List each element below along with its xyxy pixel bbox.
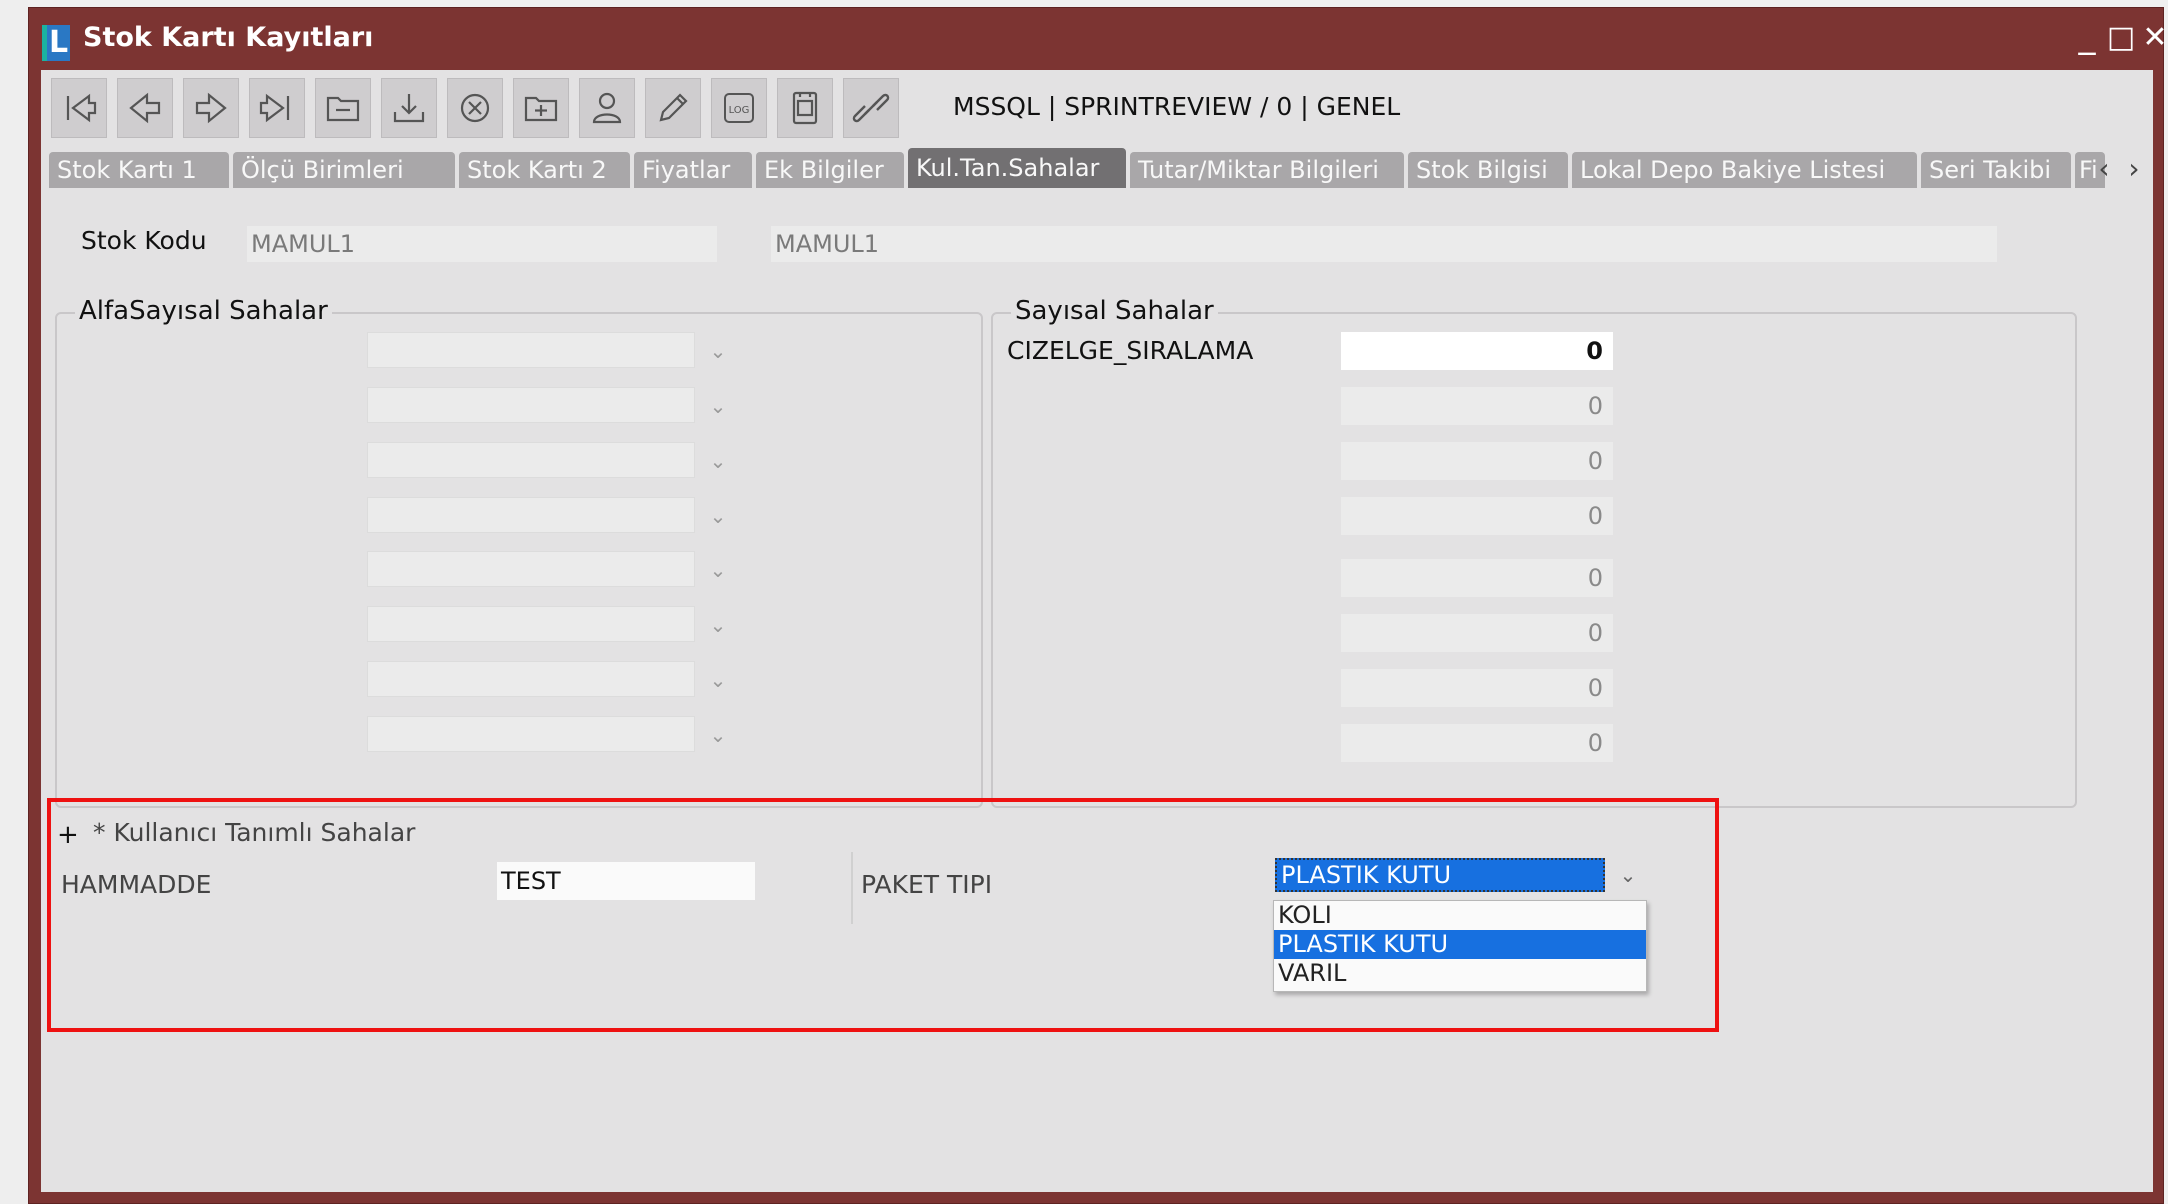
- cancel-icon: [460, 93, 490, 123]
- tab-fiyatlar[interactable]: Fiyatlar: [634, 152, 752, 188]
- numeric-field-5[interactable]: 0: [1341, 559, 1613, 597]
- document-button[interactable]: [777, 78, 833, 138]
- numeric-field-7[interactable]: 0: [1341, 669, 1613, 707]
- close-button[interactable]: ✕: [2135, 18, 2168, 58]
- numeric-field-3[interactable]: 0: [1341, 442, 1613, 480]
- cizelge-siralama-label: CIZELGE_SIRALAMA: [1007, 336, 1254, 365]
- chevron-down-icon[interactable]: ⌄: [705, 503, 731, 529]
- edit-button[interactable]: [645, 78, 701, 138]
- connection-info: MSSQL | SPRINTREVIEW / 0 | GENEL: [953, 92, 1401, 121]
- link-button[interactable]: [843, 78, 899, 138]
- last-record-button[interactable]: [249, 78, 305, 138]
- tab-stok-karti-2[interactable]: Stok Kartı 2: [459, 152, 630, 188]
- numeric-field-4[interactable]: 0: [1341, 497, 1613, 535]
- option-plastik-kutu[interactable]: PLASTIK KUTU: [1274, 930, 1646, 959]
- alpha-field-2[interactable]: [367, 387, 695, 423]
- chevron-down-icon[interactable]: ⌄: [705, 448, 731, 474]
- tab-scroll-left-icon[interactable]: ‹: [2089, 154, 2119, 186]
- new-record-button[interactable]: [513, 78, 569, 138]
- tab-ek-bilgiler[interactable]: Ek Bilgiler: [756, 152, 904, 188]
- chevron-down-icon[interactable]: ⌄: [705, 667, 731, 693]
- first-record-icon: [66, 93, 97, 123]
- stock-name-field[interactable]: MAMUL1: [771, 226, 1997, 262]
- first-record-button[interactable]: [51, 78, 107, 138]
- paket-tipi-select[interactable]: PLASTIK KUTU: [1275, 858, 1605, 892]
- previous-record-button[interactable]: [117, 78, 173, 138]
- desktop-background: [0, 0, 28, 1204]
- window-title: Stok Kartı Kayıtları: [83, 22, 374, 53]
- log-icon: LOG: [724, 93, 754, 123]
- toolbar: LOG MSSQL | SPRINTREVIEW / 0 | GENEL: [41, 70, 2153, 148]
- folder-button[interactable]: [315, 78, 371, 138]
- chevron-down-icon[interactable]: ⌄: [1615, 862, 1641, 888]
- chevron-down-icon[interactable]: ⌄: [705, 722, 731, 748]
- folder-icon: [326, 96, 360, 122]
- log-button[interactable]: LOG: [711, 78, 767, 138]
- alpha-field-7[interactable]: [367, 661, 695, 697]
- hammadde-input[interactable]: TEST: [497, 862, 755, 900]
- app-logo-icon: L: [42, 25, 70, 61]
- download-button[interactable]: [381, 78, 437, 138]
- alpha-field-1[interactable]: [367, 332, 695, 368]
- numeric-field-2[interactable]: 0: [1341, 387, 1613, 425]
- tab-lokal-depo-bakiye-listesi[interactable]: Lokal Depo Bakiye Listesi: [1572, 152, 1917, 188]
- link-icon: [852, 93, 890, 123]
- alphanumeric-group-title: AlfaSayısal Sahalar: [75, 296, 332, 326]
- tab-olcu-birimleri[interactable]: Ölçü Birimleri: [233, 152, 455, 188]
- field-separator: [851, 852, 853, 924]
- alpha-field-5[interactable]: [367, 551, 695, 587]
- tab-stok-bilgisi[interactable]: Stok Bilgisi: [1408, 152, 1568, 188]
- chevron-down-icon[interactable]: ⌄: [705, 557, 731, 583]
- hammadde-label: HAMMADDE: [61, 870, 212, 899]
- tab-seri-takibi[interactable]: Seri Takibi: [1921, 152, 2071, 188]
- user-icon: [592, 92, 622, 124]
- alpha-field-3[interactable]: [367, 442, 695, 478]
- document-icon: [792, 91, 818, 125]
- option-varil[interactable]: VARIL: [1274, 959, 1646, 988]
- stock-code-field[interactable]: MAMUL1: [247, 226, 717, 262]
- expand-icon[interactable]: +: [57, 820, 79, 850]
- numeric-field-6[interactable]: 0: [1341, 614, 1613, 652]
- last-record-icon: [259, 93, 290, 123]
- alpha-field-8[interactable]: [367, 716, 695, 752]
- cancel-button[interactable]: [447, 78, 503, 138]
- numeric-field-1[interactable]: 0: [1341, 332, 1613, 370]
- user-button[interactable]: [579, 78, 635, 138]
- chevron-down-icon[interactable]: ⌄: [705, 612, 731, 638]
- tab-tutar-miktar-bilgileri[interactable]: Tutar/Miktar Bilgileri: [1130, 152, 1404, 188]
- edit-pencil-icon: [659, 93, 688, 122]
- numeric-group-title: Sayısal Sahalar: [1011, 296, 1218, 326]
- client-area: LOG MSSQL | SPRINTREVIEW / 0 | GENEL Sto…: [41, 70, 2153, 1192]
- svg-text:LOG: LOG: [729, 105, 750, 116]
- option-koli[interactable]: KOLI: [1274, 901, 1646, 930]
- download-icon: [393, 94, 425, 123]
- alpha-field-4[interactable]: [367, 497, 695, 533]
- next-record-button[interactable]: [183, 78, 239, 138]
- tab-stok-karti-1[interactable]: Stok Kartı 1: [49, 152, 229, 188]
- previous-record-icon: [129, 92, 161, 124]
- tab-bar: Stok Kartı 1 Ölçü Birimleri Stok Kartı 2…: [41, 148, 2153, 190]
- chevron-down-icon[interactable]: ⌄: [705, 338, 731, 364]
- stock-code-label: Stok Kodu: [81, 226, 207, 255]
- paket-tipi-dropdown: KOLI PLASTIK KUTU VARIL: [1273, 900, 1647, 992]
- next-record-icon: [195, 92, 227, 124]
- tab-scroll-right-icon[interactable]: ›: [2119, 154, 2149, 186]
- stock-card-window: L Stok Kartı Kayıtları _ □ ✕ LOG MSSQL |…: [28, 7, 2168, 1204]
- numeric-field-8[interactable]: 0: [1341, 724, 1613, 762]
- tab-kul-tan-sahalar[interactable]: Kul.Tan.Sahalar: [908, 148, 1126, 188]
- new-record-icon: [524, 96, 558, 122]
- user-defined-title: * Kullanıcı Tanımlı Sahalar: [93, 818, 416, 847]
- alpha-field-6[interactable]: [367, 606, 695, 642]
- paket-tipi-label: PAKET TIPI: [861, 870, 993, 899]
- chevron-down-icon[interactable]: ⌄: [705, 393, 731, 419]
- title-bar[interactable]: L Stok Kartı Kayıtları _ □ ✕: [29, 8, 2168, 70]
